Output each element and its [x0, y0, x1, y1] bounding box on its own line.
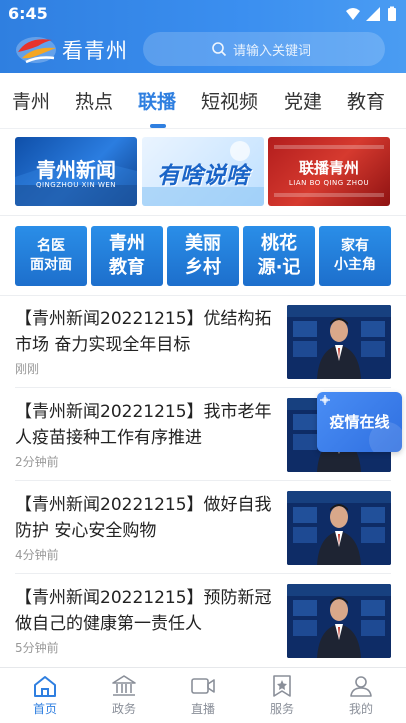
banner-title: 联播青州 [298, 159, 359, 177]
item-separator [15, 387, 391, 388]
news-list-item[interactable]: 【青州新闻20221215】预防新冠 做自己的健康第一责任人 5分钟前 [0, 575, 406, 667]
tab-short-video[interactable]: 短视频 [201, 87, 258, 114]
banner-lianbo-qingzhou[interactable]: 联播青州 LIAN BO QING ZHOU [268, 137, 390, 206]
item-separator [15, 480, 391, 481]
news-time: 2分钟前 [15, 455, 59, 469]
tab-education[interactable]: 教育 [347, 87, 385, 114]
nav-government[interactable]: 政务 [92, 674, 156, 717]
banner-title: 青州新闻 [36, 158, 116, 182]
live-video-icon [191, 678, 215, 694]
banner-subtitle: QINGZHOU XIN WEN [35, 181, 117, 189]
section-divider [0, 215, 406, 216]
status-time: 6:45 [8, 4, 48, 23]
category-label-line1: 名医 [37, 238, 65, 254]
category-label-line2: 乡村 [185, 257, 221, 278]
category-family-star[interactable]: 家有 小主角 [319, 226, 391, 286]
nav-label: 直播 [190, 702, 215, 716]
status-icons [346, 6, 396, 21]
nav-live[interactable]: 直播 [171, 674, 235, 717]
category-beautiful-village[interactable]: 美丽 乡村 [167, 226, 239, 286]
news-thumbnail [287, 584, 391, 658]
item-separator [15, 573, 391, 574]
signal-icon [366, 7, 380, 21]
home-icon [34, 676, 56, 697]
news-thumbnail [287, 491, 391, 565]
news-time: 4分钟前 [15, 548, 59, 562]
battery-icon [388, 8, 396, 21]
category-label-line1: 桃花 [261, 233, 297, 254]
tab-broadcast[interactable]: 联播 [138, 87, 176, 114]
channel-tabs: 青州 热点 联播 短视频 党建 教育 [0, 73, 406, 129]
app-header: 6:45 看青州 请输入关键词 [0, 0, 406, 73]
banner-youshashuosha[interactable]: 有啥说啥 [142, 137, 264, 206]
news-time: 刚刚 [15, 362, 40, 376]
news-thumbnail [287, 305, 391, 379]
category-peach-blossom[interactable]: 桃花 源·记 [243, 226, 315, 286]
tab-qingzhou[interactable]: 青州 [12, 87, 50, 114]
category-label-line1: 美丽 [185, 233, 221, 254]
active-tab-indicator [150, 124, 166, 128]
status-bar: 6:45 [0, 0, 406, 28]
news-title: 【青州新闻20221215】优结构拓市场 奋力实现全年目标 [15, 309, 272, 355]
government-icon [112, 675, 136, 696]
user-icon [350, 676, 372, 697]
float-badge-label: 疫情在线 [329, 413, 390, 431]
app-brand-title: 看青州 [62, 39, 128, 63]
category-label-line2: 面对面 [30, 257, 72, 273]
category-label-line1: 家有 [341, 238, 369, 254]
nav-profile[interactable]: 我的 [329, 674, 393, 717]
banner-title: 有啥说啥 [157, 163, 249, 189]
service-bookmark-icon [273, 675, 291, 697]
nav-label: 政务 [111, 702, 136, 716]
search-placeholder: 请输入关键词 [233, 44, 312, 59]
category-label-line2: 教育 [109, 257, 145, 278]
epidemic-online-floating-button[interactable]: 疫情在线 [317, 392, 402, 452]
wifi-icon [346, 8, 360, 20]
nav-label: 我的 [348, 702, 373, 716]
tab-hot[interactable]: 热点 [75, 87, 113, 114]
news-list-item[interactable]: 【青州新闻20221215】优结构拓市场 奋力实现全年目标 刚刚 [0, 296, 406, 388]
search-icon [212, 42, 227, 57]
nav-label: 首页 [32, 702, 57, 716]
category-label-line1: 青州 [109, 233, 145, 254]
news-title: 【青州新闻20221215】预防新冠 做自己的健康第一责任人 [15, 588, 272, 634]
banner-qingzhou-news[interactable]: 青州新闻 QINGZHOU XIN WEN [15, 137, 137, 206]
nav-home[interactable]: 首页 [13, 674, 77, 717]
app-logo-icon [16, 37, 56, 64]
news-list-item[interactable]: 【青州新闻20221215】做好自我防护 安心安全购物 4分钟前 [0, 482, 406, 574]
news-title: 【青州新闻20221215】做好自我防护 安心安全购物 [15, 495, 272, 541]
bottom-navigation: 首页 政务 直播 服务 我的 [0, 667, 406, 723]
news-time: 5分钟前 [15, 641, 59, 655]
category-famous-doctor[interactable]: 名医 面对面 [15, 226, 87, 286]
news-title: 【青州新闻20221215】我市老年人疫苗接种工作有序推进 [15, 402, 272, 448]
banner-subtitle: LIAN BO QING ZHOU [288, 179, 370, 187]
tab-party[interactable]: 党建 [284, 87, 322, 114]
category-label-line2: 小主角 [334, 257, 376, 273]
category-label-line2: 源·记 [257, 257, 301, 278]
nav-label: 服务 [269, 702, 294, 716]
category-qingzhou-education[interactable]: 青州 教育 [91, 226, 163, 286]
search-bar[interactable]: 请输入关键词 [143, 32, 385, 66]
nav-service[interactable]: 服务 [250, 674, 314, 717]
